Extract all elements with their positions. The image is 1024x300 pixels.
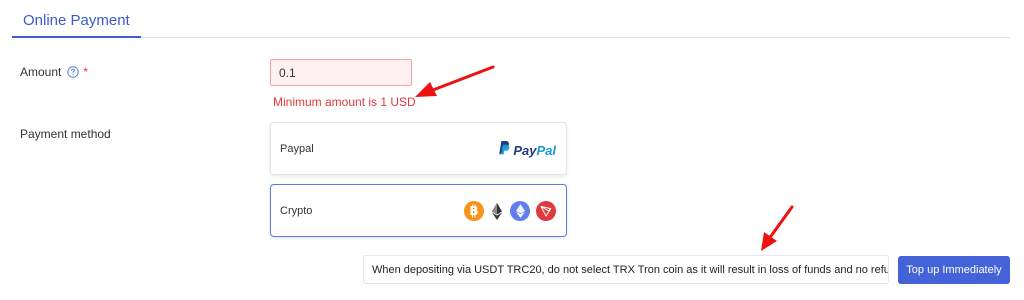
- ethereum-blue-icon: [510, 201, 530, 221]
- amount-input[interactable]: [270, 59, 412, 86]
- amount-error-message: Minimum amount is 1 USD: [273, 95, 416, 109]
- help-icon[interactable]: [67, 66, 80, 78]
- required-mark: *: [83, 65, 89, 79]
- paypal-wordmark-pay: Pay: [513, 142, 537, 158]
- ethereum-icon: [490, 201, 504, 221]
- paypal-option-label: Paypal: [280, 143, 314, 155]
- amount-label: Amount *: [20, 65, 88, 79]
- annotation-arrow-amount: [415, 65, 495, 97]
- top-up-button[interactable]: Top up Immediately: [898, 256, 1010, 284]
- paypal-wordmark-pal: Pal: [536, 142, 556, 158]
- trc20-warning-notice: When depositing via USDT TRC20, do not s…: [363, 255, 889, 284]
- tron-icon: [536, 201, 556, 221]
- payment-tabs: Online Payment: [12, 0, 1010, 38]
- bitcoin-icon: B: [464, 201, 484, 221]
- payment-option-paypal[interactable]: Paypal PayPal: [270, 122, 567, 175]
- paypal-wordmark: PayPal: [513, 143, 556, 158]
- tab-online-payment[interactable]: Online Payment: [12, 0, 141, 38]
- annotation-arrow-notice: [761, 205, 794, 251]
- payment-option-crypto[interactable]: Crypto B: [270, 184, 567, 237]
- paypal-logo: PayPal: [497, 140, 556, 160]
- paypal-icon: [497, 140, 510, 160]
- crypto-option-label: Crypto: [280, 205, 313, 217]
- amount-label-text: Amount: [20, 65, 62, 79]
- crypto-coin-icons: B: [464, 201, 556, 221]
- svg-text:B: B: [469, 204, 478, 218]
- payment-method-label: Payment method: [20, 127, 111, 141]
